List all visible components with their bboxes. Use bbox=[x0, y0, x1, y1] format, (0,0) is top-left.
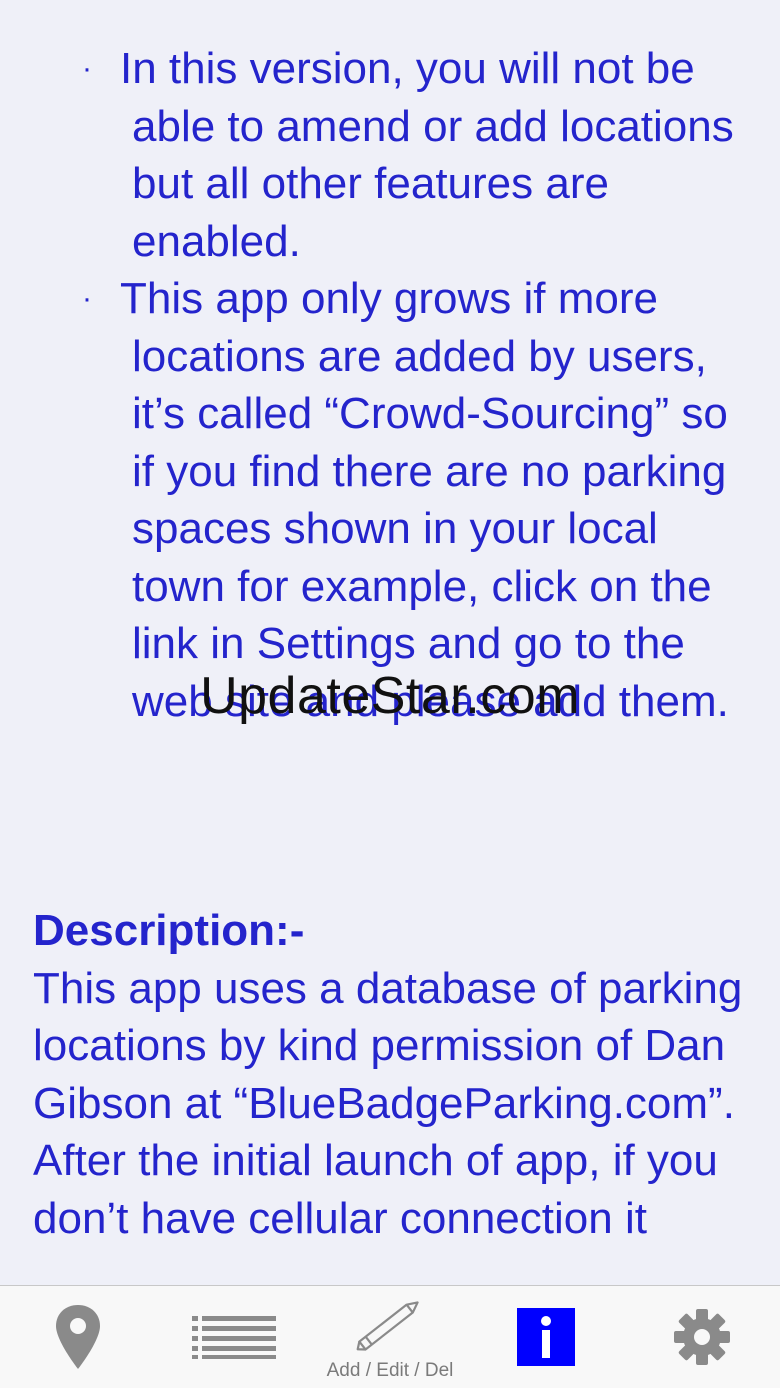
bullet-text: In this version, you will not be able to… bbox=[120, 44, 734, 266]
tab-info[interactable] bbox=[468, 1286, 624, 1388]
bullet-text: This app only grows if more locations ar… bbox=[120, 274, 729, 726]
description-heading: Description:- bbox=[33, 906, 305, 955]
tab-settings[interactable] bbox=[624, 1286, 780, 1388]
description-text: This app uses a database of parking loca… bbox=[33, 963, 743, 1243]
tab-list[interactable] bbox=[156, 1286, 312, 1388]
list-item: · This app only grows if more locations … bbox=[0, 270, 780, 730]
tab-label: Add / Edit / Del bbox=[326, 1360, 454, 1381]
tab-bar: Add / Edit / Del bbox=[0, 1285, 780, 1388]
map-pin-icon bbox=[56, 1305, 100, 1369]
tab-map[interactable] bbox=[0, 1286, 156, 1388]
watermark: UpdateStar.com bbox=[200, 667, 580, 725]
list-icon bbox=[192, 1316, 276, 1359]
bullet-dot: · bbox=[82, 282, 92, 315]
feature-list: · In this version, you will not be able … bbox=[0, 40, 780, 730]
bullet-dot: · bbox=[82, 52, 92, 85]
gear-icon bbox=[674, 1309, 730, 1365]
info-icon bbox=[517, 1308, 575, 1366]
tab-add-edit-del[interactable]: Add / Edit / Del bbox=[312, 1286, 468, 1388]
pencil-icon bbox=[356, 1301, 419, 1351]
list-item: · In this version, you will not be able … bbox=[0, 40, 780, 270]
info-content[interactable]: · In this version, you will not be able … bbox=[0, 0, 780, 1285]
description-section: Description:- This app uses a database o… bbox=[33, 902, 753, 1247]
